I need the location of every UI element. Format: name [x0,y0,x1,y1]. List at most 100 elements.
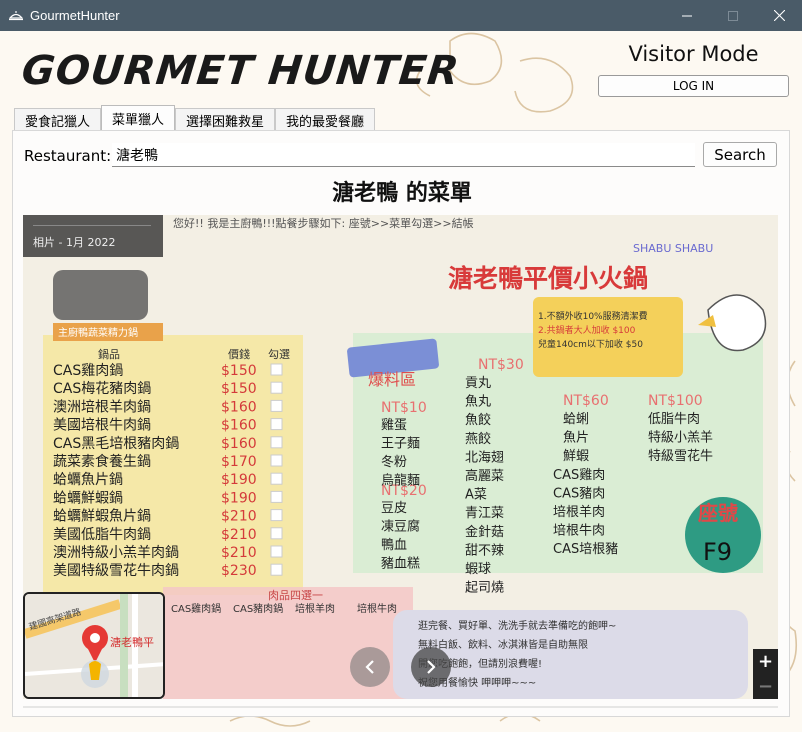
nt20-item: 凍豆腐 [381,519,420,535]
menu-item-name: 蛤蠣鮮蝦魚片鍋 [53,509,151,525]
cas-item: CAS豬肉 [553,487,605,502]
cas-item: 培根羊肉 [553,504,605,520]
maximize-icon [728,10,738,21]
tab-food-diary-hunter[interactable]: 愛食記獵人 [14,108,102,131]
title-bar: GourmetHunter [0,0,802,31]
nt60-item: 鮮蝦 [563,449,589,464]
photo-viewer[interactable]: 您好!! 我是主廚鴨!!!點餐步驟如下: 座號>>菜單勾選>>結帳 SHABU … [23,215,778,699]
horizontal-scrollbar[interactable] [23,705,778,709]
menu-item-name: 美國特級雪花牛肉鍋 [53,563,179,579]
close-button[interactable] [756,0,802,31]
menu-item-name: 蛤蠣魚片鍋 [53,472,123,488]
menu-item-checkbox [270,527,283,540]
footer-note: 逛完餐、買好單、洗洗手就去準備吃的飽呷~ [418,619,616,632]
nt30-item: 魚餃 [465,412,491,428]
visitor-mode-label: Visitor Mode [628,42,759,66]
nt30-item: 起司燒 [465,581,504,596]
nt100-item: 特級雪花牛 [648,448,713,464]
next-photo-button[interactable] [411,647,451,687]
menu-item-price: $230 [221,563,257,579]
restaurant-search-input[interactable] [112,143,695,167]
menu-item-price: $160 [221,399,257,415]
menu-seat-no: F9 [703,538,732,566]
nt30-item: 貢丸 [465,376,491,391]
menu-seat: 座號 [698,501,738,525]
restaurant-label: Restaurant: [24,147,112,165]
footer-note: 無料白飯、飲料、冰淇淋皆是自助無限 [418,638,588,651]
menu-item-checkbox [270,490,283,503]
menu-item-checkbox [270,454,283,467]
menu-meat-label: 肉品四選一 [268,589,323,602]
menu-item-checkbox [270,509,283,522]
menu-item-checkbox [270,363,283,376]
menu-col-header-check: 勾選 [268,348,290,361]
close-icon [773,10,785,21]
nt30-item: 蝦球 [465,562,491,577]
menu-item-checkbox [270,418,283,431]
nt30-item: A菜 [465,488,487,503]
chevron-right-icon [427,660,436,674]
search-button[interactable]: Search [703,142,777,167]
menu-item-name: CAS雞肉鍋 [53,363,123,379]
menu-sub-title: SHABU SHABU [633,242,713,255]
chevron-left-icon [365,660,374,674]
nt30-item: 北海翅 [465,449,504,465]
tab-favorite-restaurants[interactable]: 我的最愛餐廳 [275,108,376,131]
menu-section-title: 主廚鴨蔬菜精力鍋 [58,326,138,339]
nt20-item: 豆皮 [381,501,407,516]
menu-item-price: $170 [221,454,257,470]
menu-item-name: 蔬菜素食養生鍋 [53,453,151,470]
menu-hunter-panel: Restaurant: Search 溏老鴨 的菜單 您好!! 我是主廚鴨!!!… [12,130,790,717]
nt100-item: 低脂牛肉 [648,412,700,427]
zoom-in-button[interactable]: + [753,649,778,674]
menu-item-name: CAS黑毛培根豬肉鍋 [53,436,179,452]
login-button[interactable]: LOG IN [598,75,789,97]
nt60-item: 魚片 [563,431,589,446]
window-title: GourmetHunter [30,8,120,23]
menu-item-price: $210 [221,545,257,561]
menu-intro-text: 您好!! 我是主廚鴨!!!點餐步驟如下: 座號>>菜單勾選>>結帳 [173,216,474,230]
nt30-item: 燕餃 [465,431,491,447]
photo-caption: 相片 - 1月 2022 [23,215,163,257]
menu-item-checkbox [270,381,283,394]
menu-item-price: $210 [221,527,257,543]
menu-sign-title: 溏老鴨平價小火鍋 [448,264,648,293]
menu-item-name: 澳洲培根羊肉鍋 [53,399,151,415]
nt100-item: 特級小羔羊 [648,430,713,446]
menu-item-price: $160 [221,436,257,452]
nt10-item: 王子麵 [381,437,420,452]
menu-item-name: 美國低脂牛肉鍋 [53,527,151,543]
menu-item-name: 澳洲特級小羔羊肉鍋 [53,545,179,561]
plus-icon: + [757,651,774,672]
tab-decision-helper[interactable]: 選擇困難救星 [175,108,276,131]
menu-note-3: 兒童140cm以下加收 $50 [538,338,643,350]
menu-col-header-name: 鍋品 [98,347,120,361]
nt30-item: 甜不辣 [465,542,504,558]
menu-nt100-label: NT$100 [648,393,703,409]
tab-bar: 愛食記獵人 菜單獵人 選擇困難救星 我的最愛餐廳 [14,105,376,131]
menu-item-price: $210 [221,509,257,525]
menu-item-name: 蛤蠣鮮蝦鍋 [53,490,123,506]
previous-photo-button[interactable] [350,647,390,687]
menu-col-header-price: 價錢 [228,347,250,361]
menu-nt60-label: NT$60 [563,393,609,409]
nt30-item: 金針菇 [465,524,504,540]
maximize-button[interactable] [710,0,756,31]
menu-item-checkbox [270,399,283,412]
menu-item-price: $190 [221,472,257,488]
menu-item-price: $160 [221,418,257,434]
photo-date: 相片 - 1月 2022 [33,236,116,249]
mini-map[interactable]: 建國高架道路 溏老鴨平 [23,592,165,699]
menu-nt10-label: NT$10 [381,400,427,416]
menu-item-price: $150 [221,363,257,379]
menu-item-price: $190 [221,490,257,506]
tab-menu-hunter[interactable]: 菜單獵人 [101,105,176,131]
menu-note-2: 2.共鍋者大人加收 $100 [538,324,636,336]
menu-note-1: 1.不額外收10%服務清潔費 [538,310,648,322]
minus-icon: − [757,676,774,697]
nt30-item: 魚丸 [465,395,491,410]
meat-item: 培根羊肉 [295,602,335,615]
cas-item: CAS培根豬 [553,541,618,557]
zoom-out-button[interactable]: − [753,674,778,699]
minimize-button[interactable] [664,0,710,31]
